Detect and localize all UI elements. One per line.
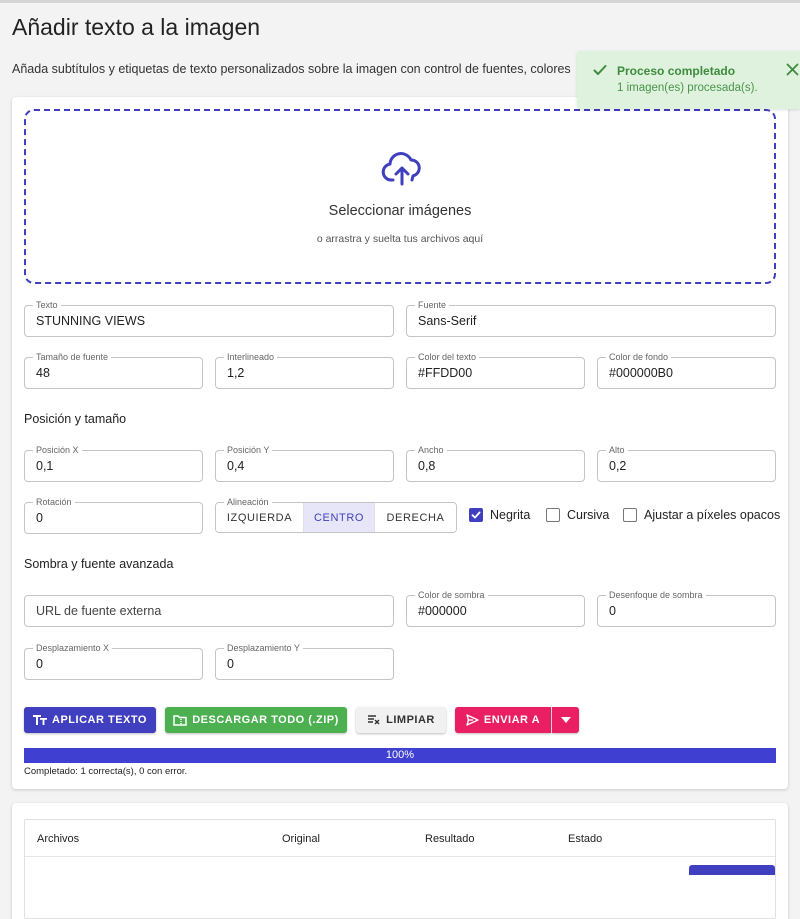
download-zip-label: DESCARGAR TODO (.ZIP)	[192, 714, 339, 726]
send-icon	[466, 714, 479, 726]
row-action-button[interactable]	[689, 865, 775, 875]
dropzone-hint: o arrastra y suelta tus archivos aquí	[316, 233, 484, 245]
check-icon	[593, 65, 607, 75]
italic-label: Cursiva	[567, 508, 610, 522]
dropzone-title: Seleccionar imágenes	[328, 203, 472, 219]
folder-zip-icon	[173, 715, 187, 726]
position-size-heading: Posición y tamaño	[24, 412, 127, 426]
text-color-input[interactable]	[418, 358, 579, 388]
align-center-button[interactable]: CENTRO	[304, 503, 375, 532]
clear-button[interactable]: LIMPIAR	[356, 707, 446, 733]
text-color-field[interactable]: Color del texto	[406, 351, 585, 389]
align-right-button[interactable]: DERECHA	[375, 503, 456, 532]
font-input[interactable]	[418, 306, 770, 336]
apply-text-button[interactable]: APLICAR TEXTO	[24, 707, 156, 733]
toast-message: 1 imagen(es) procesada(s).	[617, 82, 758, 94]
column-header-status: Estado	[568, 833, 603, 845]
font-size-input[interactable]	[36, 358, 197, 388]
cloud-upload-icon	[381, 152, 421, 186]
checkbox-empty-icon	[546, 508, 560, 522]
bold-label: Negrita	[490, 508, 531, 522]
shadow-blur-field[interactable]: Desenfoque de sombra	[597, 589, 776, 627]
send-to-dropdown-button[interactable]	[552, 707, 579, 733]
download-zip-button[interactable]: DESCARGAR TODO (.ZIP)	[165, 707, 347, 733]
rotation-input[interactable]	[36, 503, 197, 533]
progress-bar: 100%	[24, 748, 776, 763]
offset-y-field[interactable]: Desplazamiento Y	[215, 642, 394, 680]
send-to-label: ENVIAR A	[483, 714, 541, 726]
pos-x-field[interactable]: Posición X	[24, 444, 203, 482]
line-height-input[interactable]	[227, 358, 388, 388]
column-header-original: Original	[282, 833, 320, 845]
bg-color-input[interactable]	[609, 358, 770, 388]
fit-opaque-label: Ajustar a píxeles opacos	[644, 508, 781, 522]
success-toast: Proceso completado 1 imagen(es) procesad…	[577, 51, 800, 109]
font-url-input[interactable]	[36, 596, 388, 626]
clear-label: LIMPIAR	[386, 714, 435, 726]
width-input[interactable]	[418, 451, 579, 481]
apply-text-label: APLICAR TEXTO	[52, 714, 147, 726]
page-subtitle: Añada subtítulos y etiquetas de texto pe…	[12, 62, 571, 76]
checkbox-checked-icon	[469, 508, 483, 522]
shadow-color-field[interactable]: Color de sombra	[406, 589, 585, 627]
bold-checkbox[interactable]: Negrita	[469, 508, 530, 522]
offset-x-field[interactable]: Desplazamiento X	[24, 642, 203, 680]
close-icon[interactable]	[786, 63, 799, 76]
text-input[interactable]	[36, 306, 388, 336]
page-title: Añadir texto a la imagen	[12, 14, 261, 40]
font-url-field[interactable]	[24, 595, 394, 627]
top-border	[0, 0, 800, 3]
column-header-files: Archivos	[37, 833, 80, 845]
alignment-label: Alineación	[224, 496, 272, 508]
text-field[interactable]: Texto	[24, 299, 394, 337]
rotation-field[interactable]: Rotación	[24, 496, 203, 534]
height-input[interactable]	[609, 451, 770, 481]
send-to-button[interactable]: ENVIAR A	[455, 707, 551, 733]
toast-title: Proceso completado	[617, 64, 736, 78]
table-header-divider	[25, 856, 775, 857]
progress-percent: 100%	[385, 749, 415, 761]
bg-color-field[interactable]: Color de fondo	[597, 351, 776, 389]
shadow-blur-input[interactable]	[609, 596, 770, 626]
font-size-field[interactable]: Tamaño de fuente	[24, 351, 203, 389]
line-height-field[interactable]: Interlineado	[215, 351, 394, 389]
height-field[interactable]: Alto	[597, 444, 776, 482]
results-table: Archivos Original Resultado Estado	[24, 819, 776, 919]
pos-x-input[interactable]	[36, 451, 197, 481]
font-field[interactable]: Fuente	[406, 299, 776, 337]
pos-y-input[interactable]	[227, 451, 388, 481]
fit-opaque-checkbox[interactable]: Ajustar a píxeles opacos	[623, 508, 780, 522]
clear-all-icon	[368, 715, 380, 725]
offset-y-input[interactable]	[227, 649, 388, 679]
caret-down-icon	[560, 717, 571, 723]
width-field[interactable]: Ancho	[406, 444, 585, 482]
column-header-result: Resultado	[425, 833, 475, 845]
checkbox-empty-icon	[623, 508, 637, 522]
italic-checkbox[interactable]: Cursiva	[546, 508, 609, 522]
image-dropzone[interactable]: Seleccionar imágenes o arrastra y suelta…	[24, 109, 776, 284]
offset-x-input[interactable]	[36, 649, 197, 679]
shadow-advanced-heading: Sombra y fuente avanzada	[24, 557, 174, 571]
text-format-icon	[33, 715, 48, 725]
shadow-color-input[interactable]	[418, 596, 579, 626]
pos-y-field[interactable]: Posición Y	[215, 444, 394, 482]
progress-status-text: Completado: 1 correcta(s), 0 con error.	[24, 766, 188, 777]
